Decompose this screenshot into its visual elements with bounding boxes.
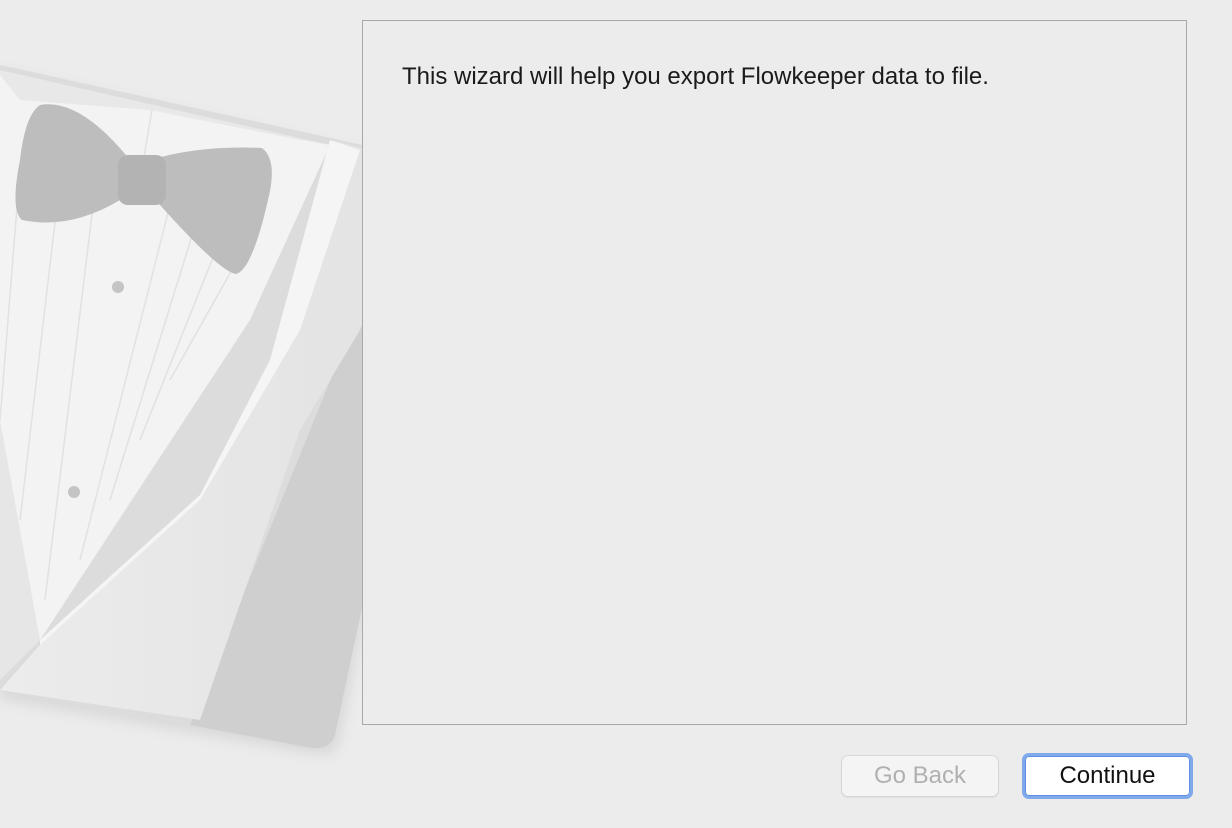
wizard-content-panel: This wizard will help you export Flowkee… <box>362 20 1187 725</box>
go-back-button[interactable]: Go Back <box>841 755 999 797</box>
continue-button[interactable]: Continue <box>1022 753 1193 799</box>
wizard-intro-text: This wizard will help you export Flowkee… <box>402 63 989 90</box>
